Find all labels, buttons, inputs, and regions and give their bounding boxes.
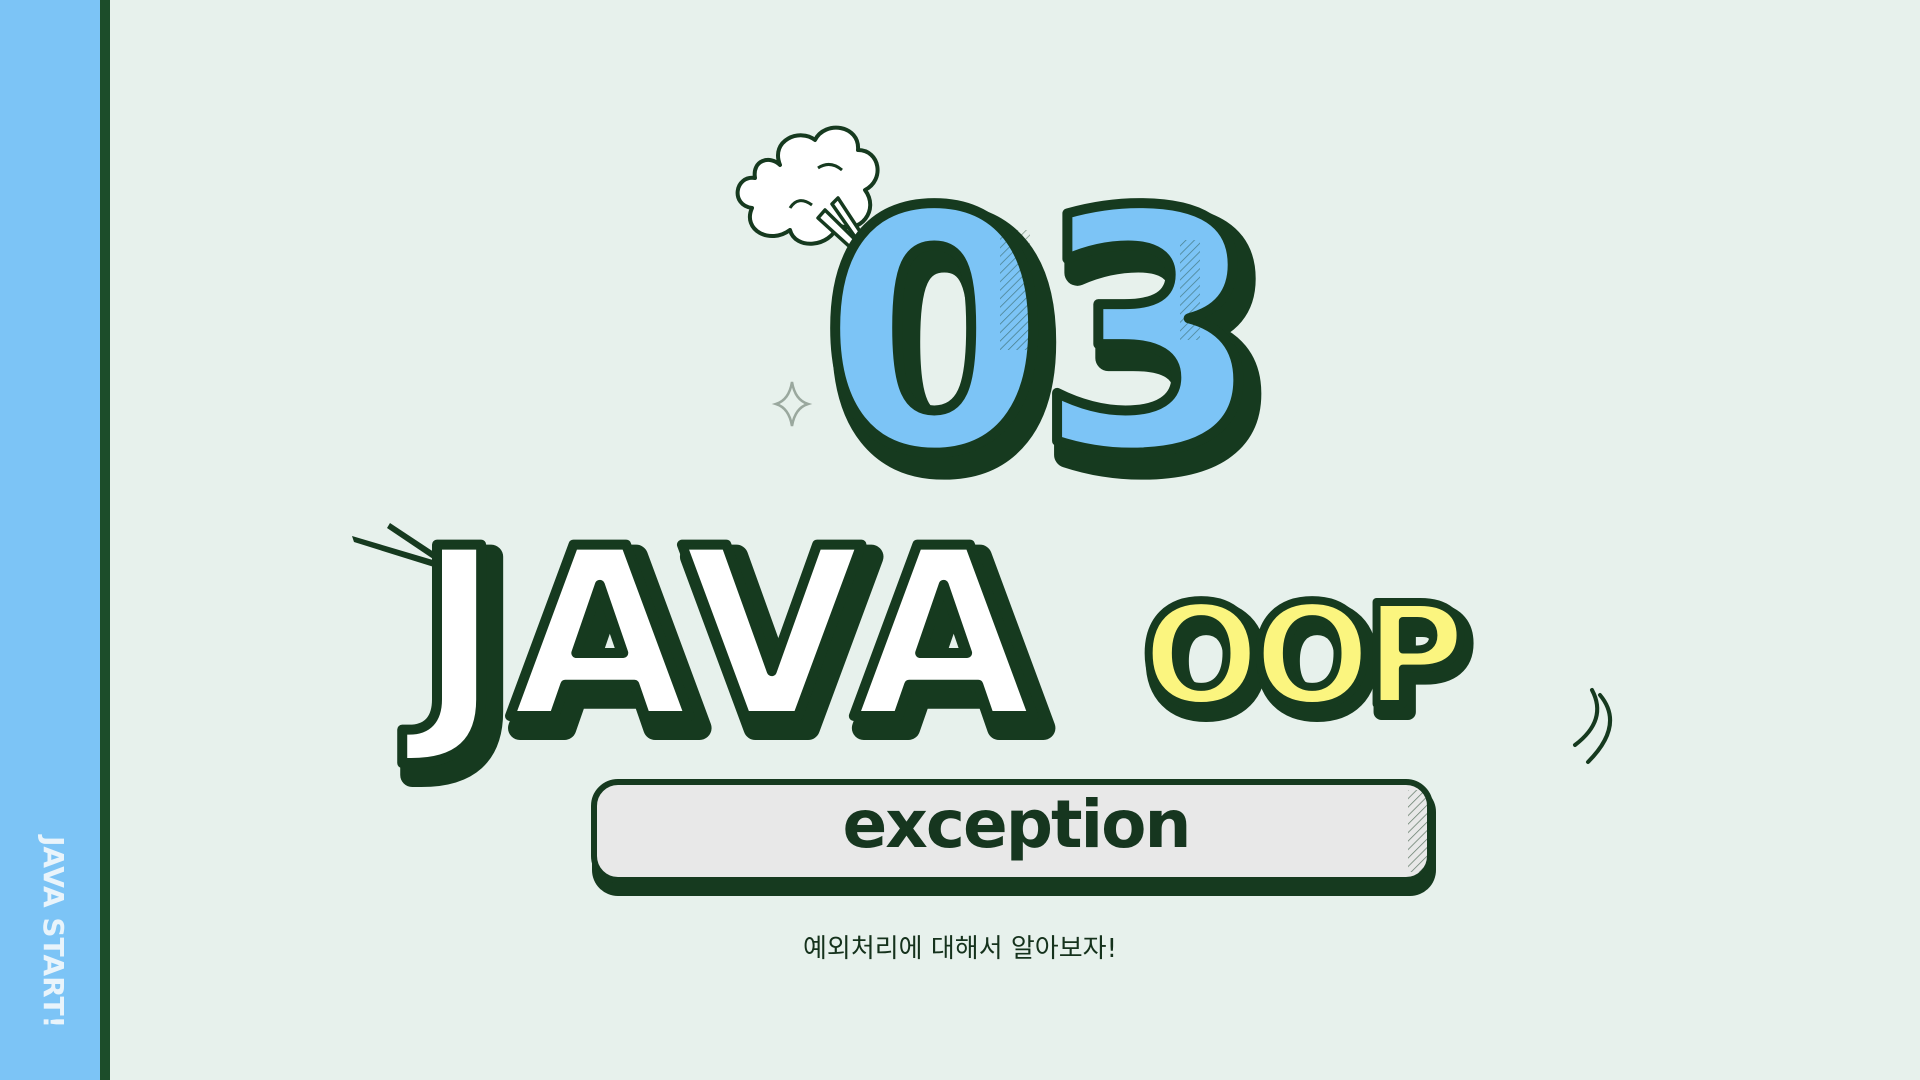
title-main: JAVA JAVA: [396, 494, 1056, 796]
title-artwork: 03 03 JAVA JAVA OOP OOP: [352, 125, 1613, 896]
sparkle-icon: [771, 381, 813, 427]
title-number: 03 03: [814, 137, 1287, 553]
swoosh-marks-icon: [1573, 688, 1613, 764]
svg-text:JAVA: JAVA: [401, 499, 1040, 772]
subtitle-text: 예외처리에 대해서 알아보자!: [803, 934, 1117, 964]
title-tag: OOP OOP: [1138, 571, 1482, 754]
topic-label: exception: [842, 786, 1192, 863]
svg-text:OOP: OOP: [1142, 575, 1461, 738]
